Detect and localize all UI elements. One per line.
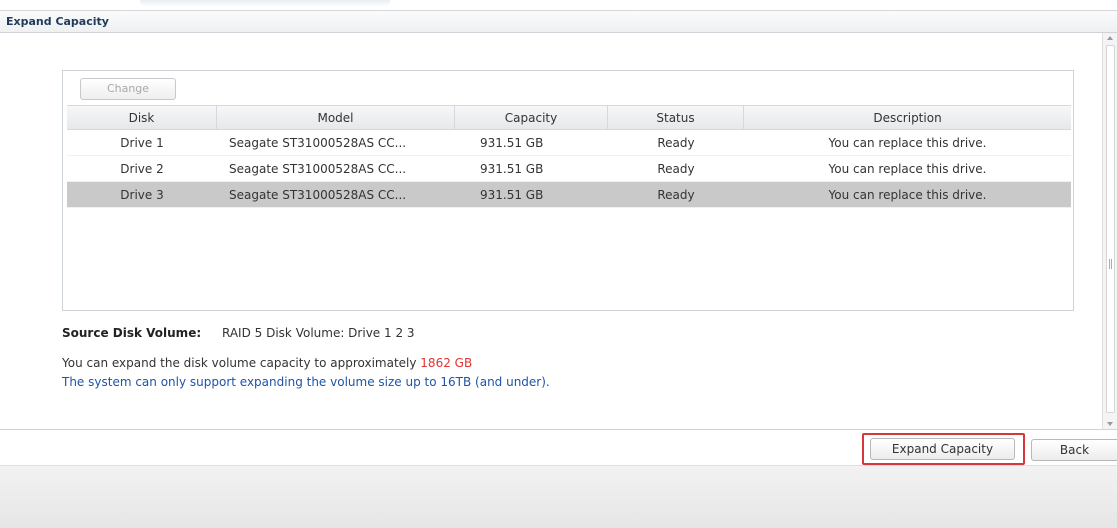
- column-header-description[interactable]: Description: [744, 106, 1071, 129]
- scrollbar-thumb[interactable]: [1106, 45, 1115, 413]
- column-header-model[interactable]: Model: [217, 106, 455, 129]
- expand-estimate-value: 1862 GB: [420, 356, 473, 370]
- source-volume-value: RAID 5 Disk Volume: Drive 1 2 3: [222, 326, 415, 340]
- scroll-grip-icon: [1109, 259, 1112, 269]
- dialog-titlebar: Expand Capacity: [0, 10, 1117, 33]
- column-header-status[interactable]: Status: [608, 106, 744, 129]
- cell-status: Ready: [657, 135, 695, 150]
- table-header: Disk Model Capacity Status Description: [67, 105, 1071, 130]
- cell-description: You can replace this drive.: [828, 161, 987, 176]
- disk-table: Disk Model Capacity Status Description D…: [67, 105, 1071, 208]
- cell-capacity: 931.51 GB: [480, 187, 544, 202]
- source-volume-line: Source Disk Volume: RAID 5 Disk Volume: …: [62, 326, 415, 340]
- back-button[interactable]: Back: [1031, 439, 1117, 461]
- column-header-disk[interactable]: Disk: [67, 106, 217, 129]
- cell-status: Ready: [657, 161, 695, 176]
- disk-grid-panel: Change Disk Model Capacity Status Descri…: [62, 70, 1074, 311]
- expand-capacity-button[interactable]: Expand Capacity: [870, 438, 1015, 460]
- cell-capacity: 931.51 GB: [480, 161, 544, 176]
- top-strip: [0, 0, 1117, 10]
- cell-disk: Drive 2: [120, 161, 164, 176]
- vertical-scrollbar[interactable]: [1102, 33, 1117, 429]
- bottom-bar: [0, 465, 1117, 528]
- dialog-title: Expand Capacity: [6, 15, 109, 28]
- cell-model: Seagate ST31000528AS CC...: [229, 135, 407, 150]
- expand-capacity-highlight: Expand Capacity: [862, 433, 1025, 465]
- cell-capacity: 931.51 GB: [480, 135, 544, 150]
- cell-disk: Drive 1: [120, 135, 164, 150]
- table-row[interactable]: Drive 2 Seagate ST31000528AS CC... 931.5…: [67, 156, 1071, 182]
- scroll-up-arrow-icon[interactable]: [1107, 36, 1113, 40]
- size-limit-note: The system can only support expanding th…: [62, 375, 550, 389]
- change-button[interactable]: Change: [80, 78, 176, 100]
- cell-model: Seagate ST31000528AS CC...: [229, 187, 407, 202]
- cell-model: Seagate ST31000528AS CC...: [229, 161, 407, 176]
- table-row[interactable]: Drive 1 Seagate ST31000528AS CC... 931.5…: [67, 130, 1071, 156]
- source-volume-label: Source Disk Volume:: [62, 326, 202, 340]
- cell-description: You can replace this drive.: [828, 187, 987, 202]
- scroll-down-arrow-icon[interactable]: [1107, 422, 1113, 426]
- cell-status: Ready: [657, 187, 695, 202]
- expand-estimate-line: You can expand the disk volume capacity …: [62, 356, 472, 370]
- table-row-selected[interactable]: Drive 3 Seagate ST31000528AS CC... 931.5…: [67, 182, 1071, 208]
- cell-disk: Drive 3: [120, 187, 164, 202]
- column-header-capacity[interactable]: Capacity: [455, 106, 608, 129]
- cell-description: You can replace this drive.: [828, 135, 987, 150]
- expand-estimate-text: You can expand the disk volume capacity …: [62, 356, 417, 370]
- top-tab-decoration: [140, 0, 390, 7]
